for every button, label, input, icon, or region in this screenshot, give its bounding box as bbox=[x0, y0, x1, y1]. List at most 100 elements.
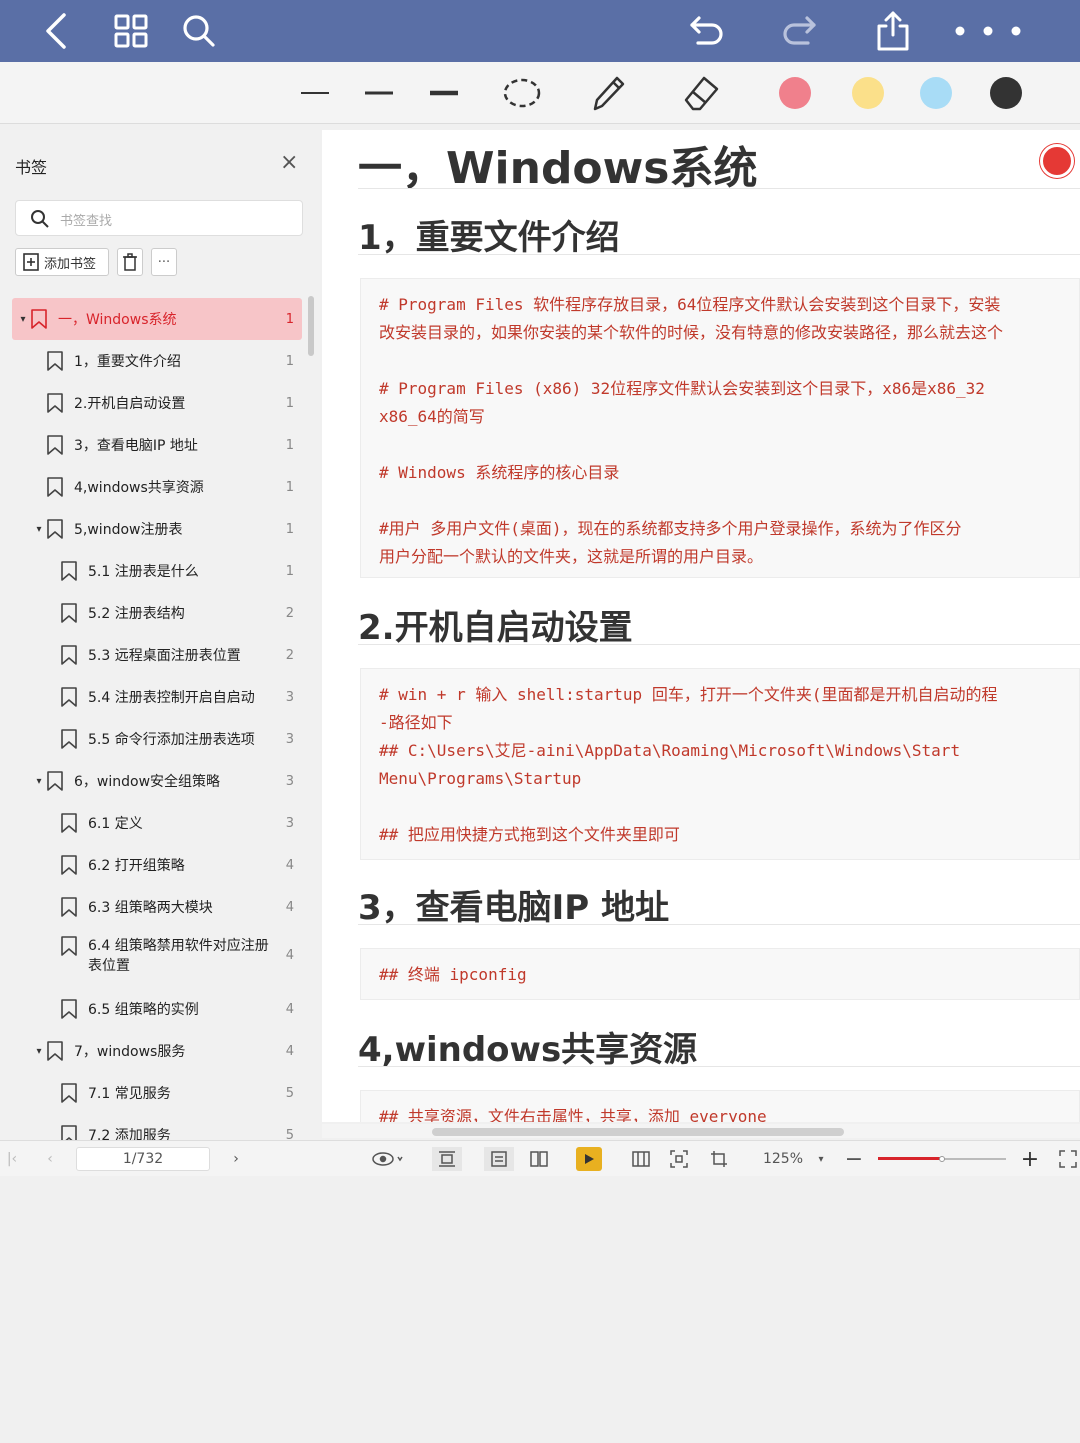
page-title: 一，Windows系统 bbox=[358, 143, 758, 194]
line-thin-tool[interactable] bbox=[290, 70, 340, 116]
share-icon[interactable] bbox=[870, 8, 916, 54]
bookmark-icon bbox=[61, 897, 77, 917]
section-heading: 1，重要文件介绍 bbox=[358, 218, 620, 258]
color-swatch-black[interactable] bbox=[981, 70, 1031, 116]
bookmark-icon bbox=[61, 645, 77, 665]
app-badge-icon[interactable] bbox=[1040, 144, 1074, 178]
zoom-slider[interactable] bbox=[878, 1147, 1006, 1171]
bookmark-item[interactable]: 6.5 组策略的实例 4 bbox=[12, 988, 302, 1030]
bookmark-item[interactable]: 6.2 打开组策略 4 bbox=[12, 844, 302, 886]
bookmark-icon bbox=[61, 813, 77, 833]
bookmark-item[interactable]: ▾ 6，window安全组策略 3 bbox=[12, 760, 302, 802]
back-icon[interactable] bbox=[34, 8, 80, 54]
zoom-level[interactable]: 125% bbox=[756, 1147, 810, 1171]
code-line: # Program Files (x86) 32位程序文件默认会安装到这个目录下… bbox=[379, 379, 985, 398]
code-line: # Program Files 软件程序存放目录，64位程序文件默认会安装到这个… bbox=[379, 295, 1001, 314]
bookmark-label: 7，windows服务 bbox=[74, 1044, 186, 1060]
bookmark-item[interactable]: 3，查看电脑IP 地址 1 bbox=[12, 424, 302, 466]
search-icon[interactable] bbox=[176, 8, 222, 54]
bookmark-item[interactable]: 5.4 注册表控制开启自启动 3 bbox=[12, 676, 302, 718]
bookmark-item[interactable]: 7.2 添加服务 5 bbox=[12, 1114, 302, 1140]
color-swatch-pink[interactable] bbox=[770, 70, 820, 116]
line-medium-tool[interactable] bbox=[354, 70, 404, 116]
bookmark-page-number: 1 bbox=[285, 353, 294, 369]
document-page: 一，Windows系统 1，重要文件介绍 # Program Files 软件程… bbox=[322, 130, 1080, 1122]
bookmark-item[interactable]: 4,windows共享资源 1 bbox=[12, 466, 302, 508]
bookmark-item[interactable]: 2.开机自启动设置 1 bbox=[12, 382, 302, 424]
bookmark-icon bbox=[47, 1041, 63, 1061]
page-indicator[interactable]: 1/732 bbox=[76, 1147, 210, 1171]
bookmark-page-number: 1 bbox=[285, 395, 294, 411]
bookmark-label: 7.1 常见服务 bbox=[88, 1086, 171, 1102]
color-swatch-yellow[interactable] bbox=[843, 70, 893, 116]
screenshot-icon[interactable] bbox=[666, 1147, 692, 1171]
code-line: 用户分配一个默认的文件夹，这就是所谓的用户目录。 bbox=[379, 547, 764, 566]
bookmark-page-number: 3 bbox=[285, 815, 294, 831]
play-icon[interactable] bbox=[576, 1147, 602, 1171]
bookmark-label: 5.3 远程桌面注册表位置 bbox=[88, 648, 241, 664]
bookmark-item[interactable]: 5.5 命令行添加注册表选项 3 bbox=[12, 718, 302, 760]
bookmark-item[interactable]: 6.1 定义 3 bbox=[12, 802, 302, 844]
bookmark-search-input[interactable]: 书签查找 bbox=[15, 200, 303, 236]
expand-arrow-icon[interactable]: ▾ bbox=[32, 524, 46, 535]
more-options-button[interactable]: ··· bbox=[151, 248, 177, 276]
bookmark-page-number: 4 bbox=[285, 899, 294, 915]
lasso-icon[interactable] bbox=[497, 70, 547, 116]
bookmark-page-number: 3 bbox=[285, 773, 294, 789]
bookmark-item[interactable]: 5.3 远程桌面注册表位置 2 bbox=[12, 634, 302, 676]
prev-page-icon[interactable]: ‹ bbox=[40, 1147, 60, 1171]
grid-icon[interactable] bbox=[108, 8, 154, 54]
bookmark-item[interactable]: 6.4 组策略禁用软件对应注册表位置 4 bbox=[12, 928, 302, 988]
section-heading: 2.开机自启动设置 bbox=[358, 608, 633, 648]
fit-page-icon[interactable] bbox=[432, 1147, 462, 1171]
expand-arrow-icon[interactable]: ▾ bbox=[32, 1046, 46, 1057]
undo-icon[interactable] bbox=[684, 8, 730, 54]
bookmark-icon bbox=[61, 729, 77, 749]
code-spacer bbox=[379, 793, 1061, 821]
single-page-icon[interactable] bbox=[484, 1147, 514, 1171]
close-icon[interactable]: × bbox=[280, 150, 298, 175]
pencil-icon[interactable] bbox=[582, 70, 632, 116]
line-thick-tool[interactable] bbox=[419, 70, 469, 116]
code-line: # Windows 系统程序的核心目录 bbox=[379, 463, 620, 482]
bookmark-item[interactable]: 7.1 常见服务 5 bbox=[12, 1072, 302, 1114]
bookmark-item[interactable]: 6.3 组策略两大模块 4 bbox=[12, 886, 302, 928]
zoom-dropdown-icon[interactable]: ▾ bbox=[812, 1147, 830, 1171]
eye-icon[interactable] bbox=[368, 1147, 408, 1171]
expand-arrow-icon[interactable]: ▾ bbox=[16, 314, 30, 325]
bookmark-icon bbox=[31, 309, 47, 329]
zoom-out-icon[interactable]: − bbox=[840, 1147, 868, 1172]
bookmark-item[interactable]: 1，重要文件介绍 1 bbox=[12, 340, 302, 382]
bookmark-icon bbox=[61, 1125, 77, 1140]
bookmark-item[interactable]: ▾ 5,window注册表 1 bbox=[12, 508, 302, 550]
bookmark-item[interactable]: 5.2 注册表结构 2 bbox=[12, 592, 302, 634]
scrollbar-thumb[interactable] bbox=[432, 1128, 844, 1136]
scrollbar[interactable] bbox=[308, 296, 314, 356]
bookmark-label: 一，Windows系统 bbox=[58, 312, 177, 328]
eraser-icon[interactable] bbox=[676, 70, 726, 116]
bookmark-label: 1，重要文件介绍 bbox=[74, 354, 181, 370]
more-icon[interactable] bbox=[952, 8, 1024, 54]
panel-title: 书签 bbox=[15, 158, 48, 177]
next-page-icon[interactable]: › bbox=[226, 1147, 246, 1171]
redo-icon[interactable] bbox=[776, 8, 822, 54]
horizontal-scrollbar[interactable] bbox=[322, 1124, 1080, 1138]
fullscreen-icon[interactable] bbox=[1056, 1147, 1080, 1171]
expand-arrow-icon[interactable]: ▾ bbox=[32, 776, 46, 787]
bookmark-page-number: 1 bbox=[285, 479, 294, 495]
crop-icon[interactable] bbox=[706, 1147, 732, 1171]
code-spacer bbox=[379, 431, 1061, 459]
first-page-icon[interactable]: |‹ bbox=[2, 1147, 22, 1171]
bookmark-item[interactable]: ▾ 一，Windows系统 1 bbox=[12, 298, 302, 340]
color-swatch-blue[interactable] bbox=[911, 70, 961, 116]
bookmark-item[interactable]: 5.1 注册表是什么 1 bbox=[12, 550, 302, 592]
fit-width-icon[interactable] bbox=[628, 1147, 654, 1171]
zoom-in-icon[interactable]: + bbox=[1016, 1147, 1044, 1172]
bookmark-page-number: 4 bbox=[285, 1043, 294, 1059]
bookmark-label: 6，window安全组策略 bbox=[74, 774, 221, 790]
add-bookmark-button[interactable]: 添加书签 bbox=[15, 248, 109, 276]
bookmark-item[interactable]: ▾ 7，windows服务 4 bbox=[12, 1030, 302, 1072]
zoom-slider-knob[interactable] bbox=[939, 1156, 945, 1162]
two-page-icon[interactable] bbox=[524, 1147, 554, 1171]
delete-bookmark-button[interactable] bbox=[117, 248, 143, 276]
